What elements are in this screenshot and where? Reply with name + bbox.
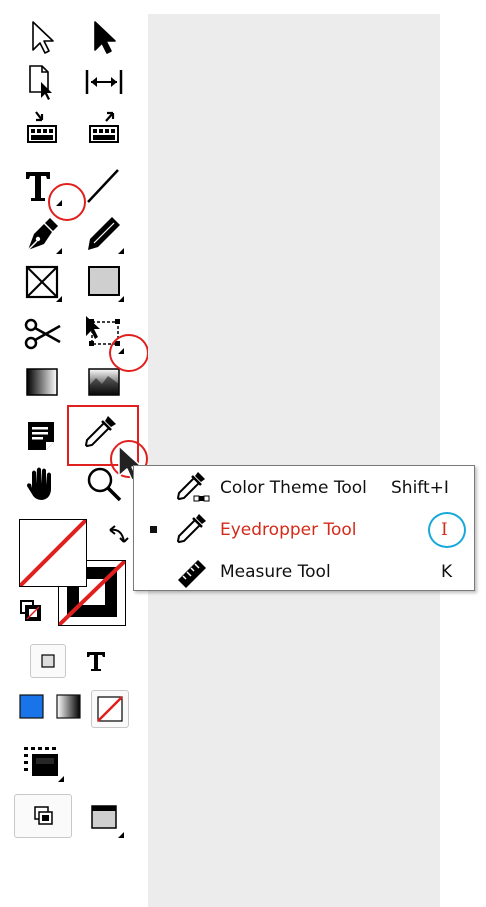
rectangle-frame-tool[interactable] xyxy=(22,262,62,302)
view-pages-button[interactable] xyxy=(14,794,72,838)
document-canvas[interactable] xyxy=(148,14,440,907)
flyout-corner-icon xyxy=(56,248,62,254)
page-tool-icon xyxy=(29,65,52,100)
flyout-corner-icon xyxy=(118,832,124,838)
note-icon xyxy=(28,422,54,450)
default-colors-icon xyxy=(20,600,41,621)
apply-gradient-button[interactable] xyxy=(54,692,84,722)
selected-bullet-icon xyxy=(150,526,157,533)
page-tool[interactable] xyxy=(22,62,62,102)
flyout-corner-icon xyxy=(118,296,124,302)
hand-icon xyxy=(27,467,51,500)
preview-mode-button[interactable] xyxy=(86,800,130,840)
menu-item-measure-tool[interactable]: Measure Tool K xyxy=(134,552,474,592)
default-fill-stroke-button[interactable] xyxy=(18,598,46,626)
pages-stack-icon xyxy=(34,806,53,825)
apply-none-button[interactable] xyxy=(91,690,129,728)
color-theme-tool-icon xyxy=(176,472,210,502)
ruler-icon xyxy=(178,560,206,588)
eyedropper-icon xyxy=(176,514,206,544)
eyedropper-tool-flyout-menu: Color Theme Tool Shift+I Eyedropper Tool… xyxy=(133,465,475,591)
menu-item-label: Color Theme Tool xyxy=(220,478,367,498)
fill-none-icon xyxy=(20,520,86,586)
fill-swatch[interactable] xyxy=(19,519,87,587)
scissors-tool[interactable] xyxy=(22,314,62,354)
gap-tool-icon xyxy=(85,70,123,94)
menu-item-shortcut: K xyxy=(441,562,453,582)
annotation-circle-type-tool xyxy=(48,183,86,221)
apply-color-icon xyxy=(19,694,44,719)
annotation-circle-free-transform xyxy=(109,334,149,372)
text-t-icon xyxy=(87,652,105,671)
rectangle-tool[interactable] xyxy=(84,262,124,302)
content-collector-tool[interactable] xyxy=(22,108,62,148)
selection-tool[interactable] xyxy=(22,18,62,58)
selection-arrow-icon xyxy=(32,21,54,54)
pen-tool[interactable] xyxy=(22,214,62,254)
pencil-tool[interactable] xyxy=(84,214,124,254)
formatting-affects-text-button[interactable] xyxy=(80,644,112,676)
line-tool[interactable] xyxy=(84,166,124,206)
menu-item-label: Measure Tool xyxy=(220,562,331,582)
apply-gradient-icon xyxy=(56,694,81,719)
apply-color-button[interactable] xyxy=(17,692,47,722)
flyout-corner-icon xyxy=(58,776,64,782)
gradient-swatch-tool[interactable] xyxy=(22,362,62,402)
gradient-swatch-icon xyxy=(26,368,58,396)
flyout-corner-icon xyxy=(118,248,124,254)
swap-arrows-icon xyxy=(109,525,129,543)
content-placer-icon xyxy=(89,111,119,143)
content-placer-tool[interactable] xyxy=(84,108,124,148)
container-icon xyxy=(41,654,55,668)
menu-item-color-theme-tool[interactable]: Color Theme Tool Shift+I xyxy=(134,468,474,508)
content-collector-icon xyxy=(27,111,57,143)
gap-tool[interactable] xyxy=(84,62,124,102)
screen-mode-button[interactable] xyxy=(20,744,66,782)
scissors-icon xyxy=(24,318,61,350)
swap-fill-stroke-button[interactable] xyxy=(104,520,134,550)
formatting-affects-container-button[interactable] xyxy=(30,644,66,678)
note-tool[interactable] xyxy=(22,416,62,456)
apply-none-icon xyxy=(97,696,123,722)
direct-selection-arrow-icon xyxy=(94,21,116,54)
hand-tool[interactable] xyxy=(22,464,62,504)
menu-item-shortcut: Shift+I xyxy=(391,478,449,498)
flyout-corner-icon xyxy=(56,296,62,302)
menu-item-eyedropper-tool[interactable]: Eyedropper Tool I xyxy=(134,510,474,550)
menu-item-label: Eyedropper Tool xyxy=(220,520,357,540)
menu-item-shortcut: I xyxy=(441,520,448,540)
direct-selection-tool[interactable] xyxy=(84,18,124,58)
line-tool-icon xyxy=(87,169,119,203)
